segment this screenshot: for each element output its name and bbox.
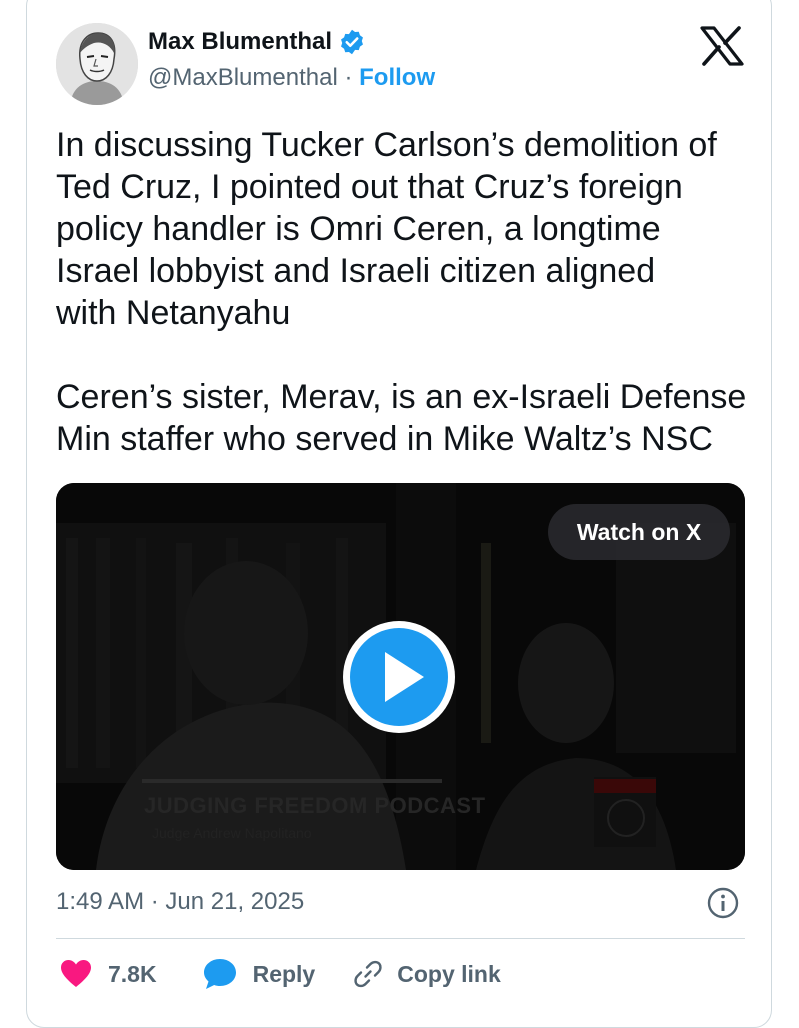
avatar[interactable] [56, 23, 138, 105]
author-name-row: Max Blumenthal [148, 28, 366, 56]
verified-badge-icon [341, 29, 363, 55]
play-icon[interactable] [340, 618, 458, 736]
author-handle[interactable]: @MaxBlumenthal [148, 64, 338, 91]
show-title: JUDGING FREEDOM PODCAST [144, 793, 486, 818]
host-caption: Judge Andrew Napolitano [152, 825, 312, 841]
tweet-timestamp[interactable]: 1:49 AM · Jun 21, 2025 [56, 888, 304, 916]
separator-dot: · [344, 64, 353, 91]
tweet-text: In discussing Tucker Carlson’s demolitio… [56, 124, 756, 460]
author-name[interactable]: Max Blumenthal [148, 28, 332, 56]
watch-on-x-button[interactable]: Watch on X [548, 504, 730, 560]
info-icon[interactable] [706, 886, 740, 920]
copy-link-label: Copy link [397, 960, 501, 987]
follow-button[interactable]: Follow [359, 64, 435, 91]
copy-link-button[interactable]: Copy link [353, 959, 501, 989]
reply-label: Reply [252, 960, 316, 987]
like-button[interactable]: 7.8K [60, 959, 157, 989]
avatar-portrait [56, 23, 138, 105]
heart-icon [61, 960, 91, 987]
like-count: 7.8K [108, 960, 157, 987]
link-icon [354, 960, 382, 988]
action-bar: 7.8K Reply Copy link [60, 956, 501, 992]
divider [56, 938, 745, 939]
tweet-paragraph-1: In discussing Tucker Carlson’s demolitio… [56, 126, 717, 332]
reply-button[interactable]: Reply [203, 958, 316, 990]
x-logo-icon[interactable] [700, 26, 744, 66]
tweet-paragraph-2: Ceren’s sister, Merav, is an ex-Israeli … [56, 378, 747, 458]
handle-row: @MaxBlumenthal · Follow [148, 64, 435, 92]
video-player[interactable]: JUDGING FREEDOM PODCAST Judge Andrew Nap… [56, 483, 745, 870]
reply-bubble-icon [203, 959, 236, 989]
